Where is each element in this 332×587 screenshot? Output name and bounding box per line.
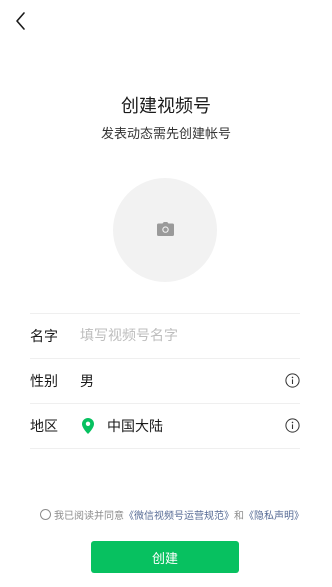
profile-form: 名字 性别 男 地区 中国大陆	[30, 313, 300, 449]
operation-rules-link[interactable]: 《微信视频号运营规范》	[124, 507, 234, 522]
gender-row[interactable]: 性别 男	[30, 358, 300, 403]
gender-label: 性别	[30, 374, 58, 390]
avatar-upload-button[interactable]	[113, 178, 217, 282]
agreement-and: 和	[234, 511, 244, 522]
name-row: 名字	[30, 313, 300, 358]
form-bottom-divider	[30, 448, 300, 449]
gender-value[interactable]: 男	[80, 371, 300, 391]
location-pin-icon	[82, 418, 94, 434]
page-title: 创建视频号	[121, 96, 211, 117]
camera-icon	[157, 222, 174, 236]
name-input[interactable]	[80, 328, 270, 344]
region-value-wrap[interactable]: 中国大陆	[80, 416, 300, 436]
create-button[interactable]: 创建	[91, 541, 239, 573]
region-row[interactable]: 地区 中国大陆	[30, 403, 300, 448]
agreement-radio[interactable]	[40, 509, 51, 520]
info-icon[interactable]	[285, 418, 300, 433]
name-label: 名字	[30, 329, 58, 345]
region-label: 地区	[30, 419, 58, 435]
page-subtitle: 发表动态需先创建帐号	[100, 127, 231, 142]
info-icon[interactable]	[285, 373, 300, 388]
back-button[interactable]	[12, 10, 32, 32]
region-value: 中国大陆	[107, 419, 163, 435]
agreement: 我已阅读并同意 《微信视频号运营规范》 和 《隐私声明》	[40, 507, 304, 522]
agreement-prefix: 我已阅读并同意	[54, 511, 124, 522]
privacy-statement-link[interactable]: 《隐私声明》	[244, 507, 304, 522]
chevron-left-icon	[16, 12, 25, 30]
